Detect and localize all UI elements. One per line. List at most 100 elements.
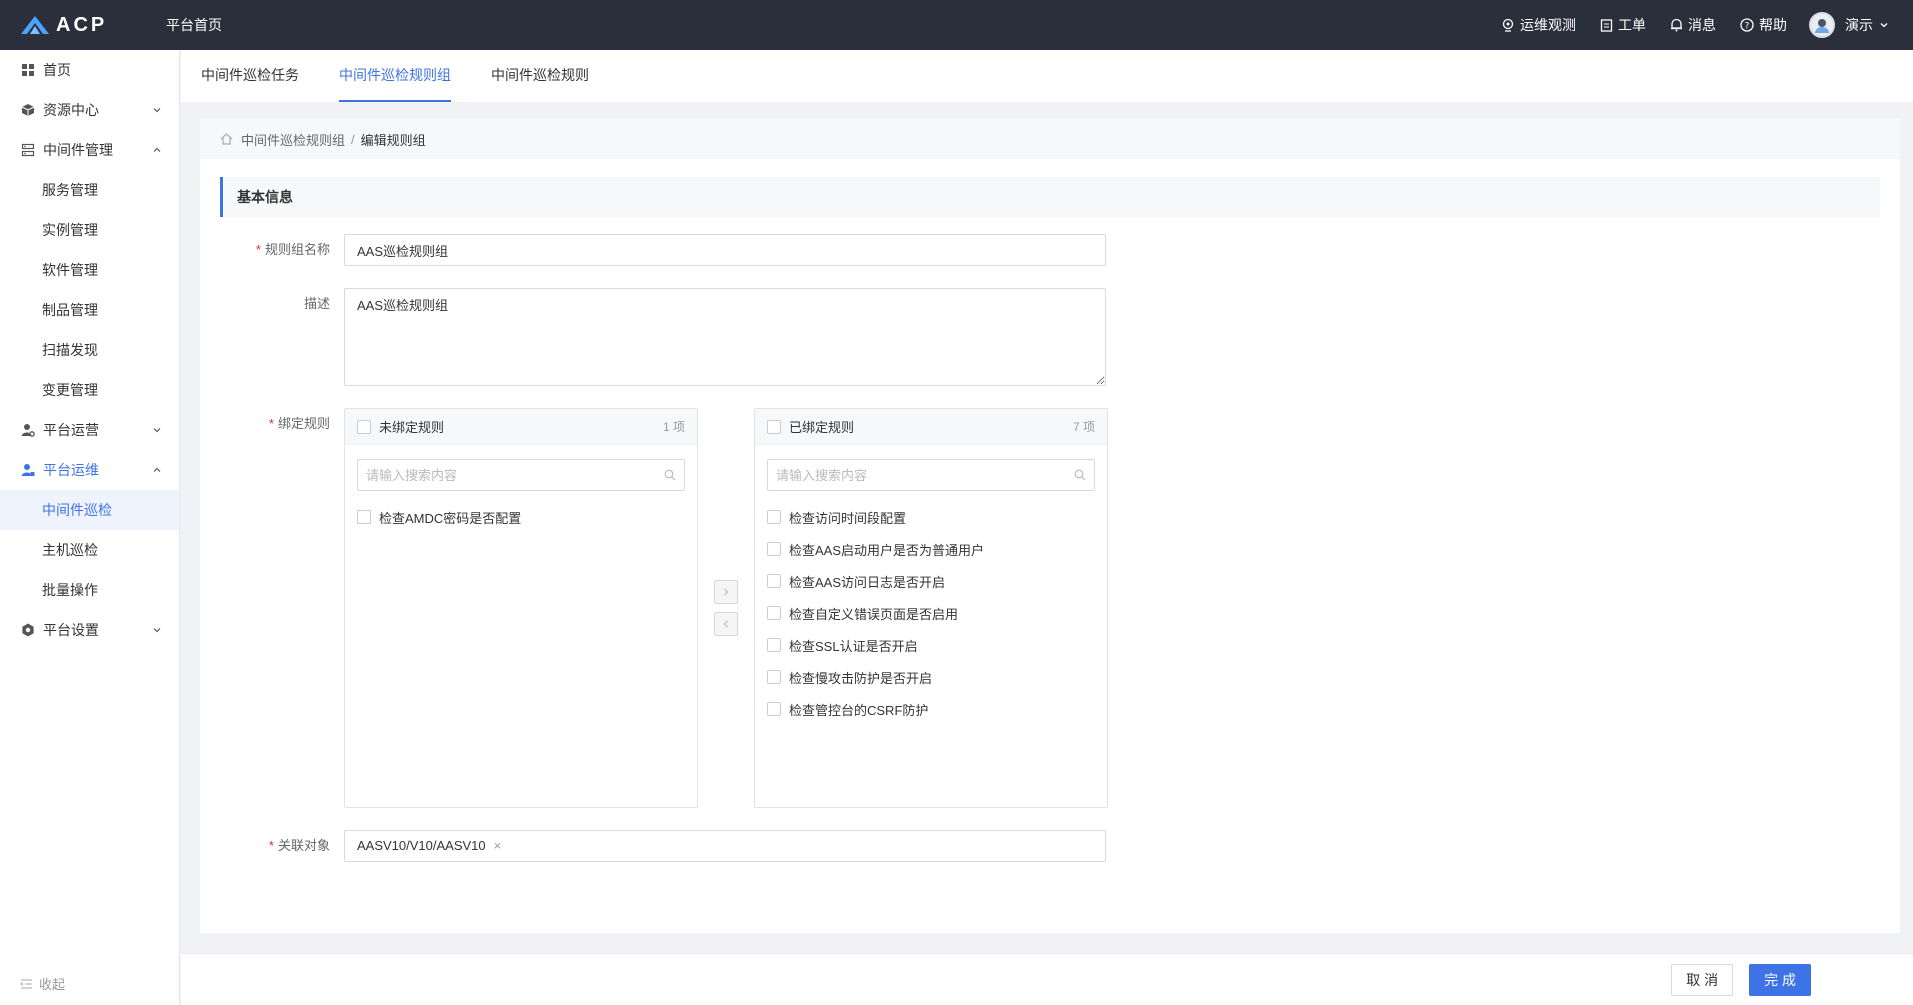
- rule-checkbox[interactable]: [767, 542, 781, 556]
- breadcrumb-current: 编辑规则组: [360, 132, 426, 148]
- rule-list-item[interactable]: 检查AAS访问日志是否开启: [755, 565, 1107, 597]
- rule-label: 检查SSL认证是否开启: [789, 638, 918, 654]
- top-item-label: 工单: [1618, 17, 1646, 33]
- cancel-button[interactable]: 取 消: [1671, 963, 1734, 996]
- target-select[interactable]: AASV10/V10/AASV10 ×: [344, 830, 1106, 862]
- user-name: 演示: [1845, 17, 1873, 33]
- avatar[interactable]: [1809, 12, 1835, 38]
- chevron-left-icon: [723, 620, 728, 628]
- settings-icon: [22, 623, 34, 637]
- top-item-monitor[interactable]: 运维观测: [1501, 15, 1576, 35]
- sidebar-item-middleware[interactable]: 中间件管理: [0, 130, 179, 170]
- top-item-ticket[interactable]: 工单: [1600, 15, 1646, 35]
- top-item-message[interactable]: 消息: [1670, 15, 1716, 35]
- right-panel-count: 7 项: [1072, 420, 1095, 434]
- tab-inspection-rule[interactable]: 中间件巡检规则: [491, 50, 589, 102]
- rule-list-item[interactable]: 检查慢攻击防护是否开启: [755, 661, 1107, 693]
- rule-label: 检查慢攻击防护是否开启: [789, 670, 933, 686]
- left-panel-title: 未绑定规则: [379, 420, 445, 435]
- sidebar: 首页 资源中心 中间件管理 服务管理 实例管理 软件管理 制品管理 扫描发现 变…: [0, 50, 180, 1005]
- collapse-label: 收起: [39, 977, 66, 992]
- move-left-button[interactable]: [714, 612, 738, 636]
- chevron-down-icon: [153, 108, 161, 113]
- sidebar-item-home[interactable]: 首页: [0, 50, 179, 90]
- breadcrumb-parent[interactable]: 中间件巡检规则组: [241, 130, 345, 149]
- rule-checkbox[interactable]: [767, 574, 781, 588]
- sidebar-subitem-artifact[interactable]: 制品管理: [0, 290, 179, 330]
- tab-inspection-rule-group[interactable]: 中间件巡检规则组: [339, 50, 451, 102]
- breadcrumb-separator: /: [351, 131, 355, 147]
- rule-checkbox[interactable]: [767, 510, 781, 524]
- tab-bar: 中间件巡检任务 中间件巡检规则组 中间件巡检规则: [181, 50, 1913, 102]
- top-item-label: 运维观测: [1520, 17, 1576, 33]
- rule-label: 检查AAS访问日志是否开启: [789, 574, 946, 590]
- form-row-bind-rules: *绑定规则 未绑定规则 1 项 检查AMDC密码是否配置: [200, 408, 1108, 808]
- home-icon[interactable]: [220, 133, 233, 145]
- rule-list-item[interactable]: 检查AAS启动用户是否为普通用户: [755, 533, 1107, 565]
- rule-list-item[interactable]: 检查AMDC密码是否配置: [345, 501, 697, 533]
- monitor-icon: [1502, 18, 1514, 32]
- confirm-button[interactable]: 完 成: [1749, 963, 1811, 996]
- sidebar-item-label: 平台运营: [43, 422, 99, 438]
- sidebar-subitem-middleware-inspection[interactable]: 中间件巡检: [0, 490, 179, 530]
- right-search-input[interactable]: [776, 467, 1074, 483]
- rule-list-item[interactable]: 检查管控台的CSRF防护: [755, 693, 1107, 725]
- sidebar-collapse-button[interactable]: 收起: [20, 974, 65, 993]
- target-label: * 关联对象: [268, 838, 330, 853]
- transfer-operations: [698, 408, 754, 808]
- rule-list-item[interactable]: 检查自定义错误页面是否启用: [755, 597, 1107, 629]
- chevron-right-icon: [724, 588, 729, 596]
- rule-checkbox[interactable]: [767, 670, 781, 684]
- user-gear-icon: [21, 424, 35, 437]
- left-select-all-checkbox[interactable]: [357, 419, 371, 434]
- description-textarea[interactable]: AAS巡检规则组: [344, 288, 1106, 386]
- sidebar-subitem-host-inspection[interactable]: 主机巡检: [0, 530, 179, 570]
- chevron-down-icon: [1880, 23, 1888, 28]
- required-mark: *: [268, 838, 274, 853]
- rule-checkbox[interactable]: [767, 638, 781, 652]
- name-label: * 规则组名称: [255, 242, 330, 257]
- sidebar-item-platform-operation[interactable]: 平台运营: [0, 410, 179, 450]
- rule-checkbox[interactable]: [767, 702, 781, 716]
- right-search: [767, 459, 1095, 491]
- move-right-button[interactable]: [714, 580, 738, 604]
- search-icon: [1074, 469, 1086, 481]
- rule-group-name-input[interactable]: [344, 234, 1106, 266]
- chevron-down-icon: [153, 428, 161, 433]
- rule-checkbox[interactable]: [357, 510, 371, 524]
- user-avatar-icon: [1815, 19, 1829, 33]
- user-menu[interactable]: 演示: [1845, 15, 1889, 35]
- rule-checkbox[interactable]: [767, 606, 781, 620]
- tab-inspection-task[interactable]: 中间件巡检任务: [201, 50, 299, 102]
- bind-label: * 绑定规则: [268, 416, 330, 431]
- breadcrumb: 中间件巡检规则组 / 编辑规则组: [200, 119, 1900, 159]
- form-row-target: * 关联对象 AASV10/V10/AASV10 ×: [200, 830, 1106, 862]
- rule-list-item[interactable]: 检查访问时间段配置: [755, 501, 1107, 533]
- sidebar-subitem-software[interactable]: 软件管理: [0, 250, 179, 290]
- tag-close-icon[interactable]: ×: [494, 831, 502, 861]
- required-mark: *: [268, 416, 274, 431]
- sidebar-item-label: 平台设置: [43, 622, 99, 638]
- app-logo[interactable]: ACP: [20, 14, 166, 37]
- right-select-all-checkbox[interactable]: [767, 419, 781, 434]
- target-tag: AASV10/V10/AASV10 ×: [357, 835, 501, 857]
- sidebar-subitem-change[interactable]: 变更管理: [0, 370, 179, 410]
- grid-icon: [22, 64, 34, 76]
- sidebar-subitem-batch[interactable]: 批量操作: [0, 570, 179, 610]
- home-title[interactable]: 平台首页: [166, 15, 222, 35]
- left-search-input[interactable]: [366, 467, 664, 483]
- server-icon: [21, 143, 35, 157]
- sidebar-subitem-scan[interactable]: 扫描发现: [0, 330, 179, 370]
- rule-transfer: 未绑定规则 1 项 检查AMDC密码是否配置 已绑定规则 7 项: [344, 408, 1108, 808]
- rule-list-item[interactable]: 检查SSL认证是否开启: [755, 629, 1107, 661]
- sidebar-item-platform-settings[interactable]: 平台设置: [0, 610, 179, 650]
- sidebar-item-platform-ops[interactable]: 平台运维: [0, 450, 179, 490]
- top-item-help[interactable]: ? 帮助: [1740, 15, 1787, 35]
- form-row-name: * 规则组名称: [200, 234, 1106, 266]
- section-title: 基本信息: [220, 177, 1880, 217]
- collapse-icon: [20, 979, 32, 988]
- sidebar-item-resource-center[interactable]: 资源中心: [0, 90, 179, 130]
- chevron-up-icon: [153, 467, 161, 472]
- sidebar-subitem-service[interactable]: 服务管理: [0, 170, 179, 210]
- sidebar-subitem-instance[interactable]: 实例管理: [0, 210, 179, 250]
